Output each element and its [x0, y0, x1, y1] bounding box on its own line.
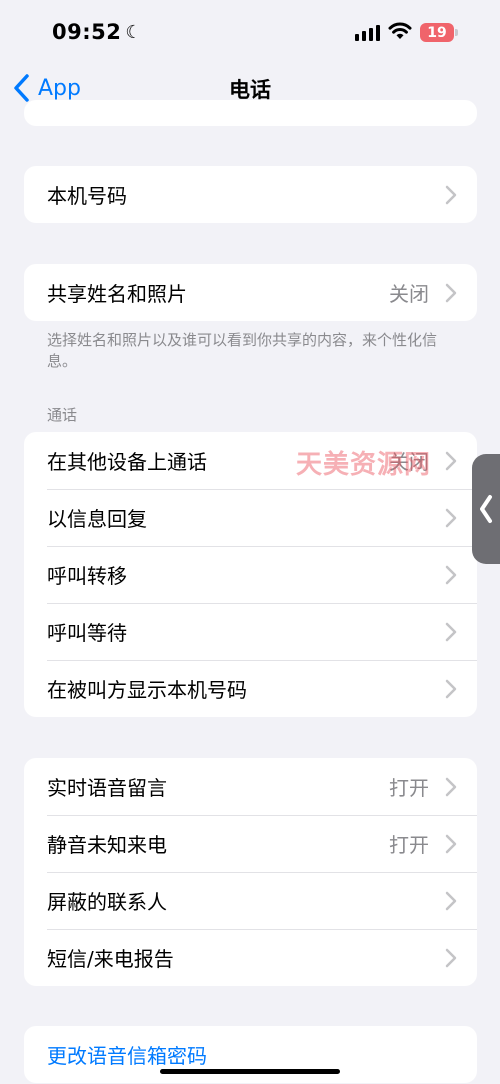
calls-section-header: 通话: [47, 406, 78, 424]
chevron-right-icon: [445, 565, 457, 585]
row-label: 呼叫转移: [47, 564, 127, 588]
chevron-right-icon: [445, 451, 457, 471]
chevron-right-icon: [445, 834, 457, 854]
call-waiting-row[interactable]: 呼叫等待: [24, 603, 477, 660]
row-label: 以信息回复: [47, 507, 147, 531]
row-value: 打开: [389, 833, 429, 857]
chevron-right-icon: [445, 679, 457, 699]
calls-on-other-devices-row[interactable]: 在其他设备上通话 关闭: [24, 432, 477, 489]
chevron-right-icon: [445, 508, 457, 528]
chevron-right-icon: [445, 777, 457, 797]
respond-with-text-row[interactable]: 以信息回复: [24, 489, 477, 546]
chevron-right-icon: [445, 948, 457, 968]
my-number-card: 本机号码: [24, 166, 477, 223]
voicemail-card: 实时语音留言 打开 静音未知来电 打开 屏蔽的联系人 短信/来电报告: [24, 758, 477, 986]
battery-icon: 19: [420, 23, 458, 42]
chevron-left-icon: [480, 495, 492, 523]
row-label: 本机号码: [47, 184, 127, 208]
sms-call-reporting-row[interactable]: 短信/来电报告: [24, 929, 477, 986]
silence-unknown-callers-row[interactable]: 静音未知来电 打开: [24, 815, 477, 872]
live-voicemail-row[interactable]: 实时语音留言 打开: [24, 758, 477, 815]
row-label: 屏蔽的联系人: [47, 890, 167, 914]
row-value: 关闭: [389, 282, 429, 306]
chevron-right-icon: [445, 283, 457, 303]
time-text: 09:52: [52, 20, 122, 44]
row-label: 在被叫方显示本机号码: [47, 678, 247, 702]
side-handle-button[interactable]: [472, 454, 500, 564]
share-name-footnote: 选择姓名和照片以及谁可以看到你共享的内容，来个性化信息。: [47, 331, 438, 370]
row-value: 关闭: [389, 450, 429, 474]
chevron-right-icon: [445, 622, 457, 642]
row-label: 呼叫等待: [47, 621, 127, 645]
change-password-card: 更改语音信箱密码: [24, 1026, 477, 1083]
battery-level: 19: [427, 24, 447, 41]
moon-icon: ☾: [125, 21, 142, 43]
share-name-card: 共享姓名和照片 关闭: [24, 264, 477, 321]
change-voicemail-password-button[interactable]: 更改语音信箱密码: [24, 1026, 477, 1083]
status-time: 09:52 ☾: [52, 20, 142, 44]
chevron-right-icon: [445, 891, 457, 911]
row-label: 短信/来电报告: [47, 947, 174, 971]
status-bar: 09:52 ☾ 19: [0, 0, 500, 64]
my-number-row[interactable]: 本机号码: [24, 166, 477, 223]
row-value: 打开: [389, 776, 429, 800]
home-indicator[interactable]: [160, 1069, 340, 1074]
previous-card-edge: [24, 100, 477, 126]
row-label: 更改语音信箱密码: [47, 1044, 207, 1068]
cellular-signal-icon: [355, 25, 380, 41]
chevron-right-icon: [445, 185, 457, 205]
row-label: 静音未知来电: [47, 833, 167, 857]
row-label: 共享姓名和照片: [47, 282, 187, 306]
row-label: 实时语音留言: [47, 776, 167, 800]
show-caller-id-row[interactable]: 在被叫方显示本机号码: [24, 660, 477, 717]
call-forwarding-row[interactable]: 呼叫转移: [24, 546, 477, 603]
row-label: 在其他设备上通话: [47, 450, 207, 474]
wifi-icon: [388, 22, 412, 39]
blocked-contacts-row[interactable]: 屏蔽的联系人: [24, 872, 477, 929]
share-name-row[interactable]: 共享姓名和照片 关闭: [24, 264, 477, 321]
calls-card: 在其他设备上通话 关闭 以信息回复 呼叫转移 呼叫等待 在被叫方显示本机号码: [24, 432, 477, 717]
